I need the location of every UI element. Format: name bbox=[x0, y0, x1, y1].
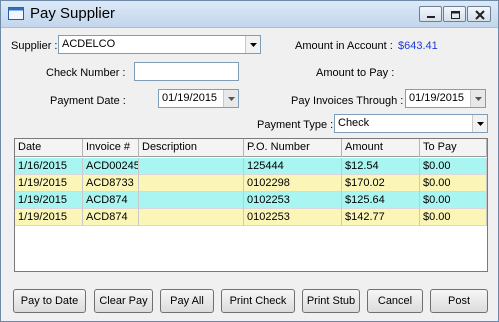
maximize-button[interactable] bbox=[443, 6, 466, 22]
chevron-down-icon bbox=[475, 97, 482, 101]
invoice-grid[interactable]: Date Invoice # Description P.O. Number A… bbox=[14, 138, 488, 272]
chevron-down-icon bbox=[477, 122, 484, 126]
cell-to-pay[interactable]: $0.00 bbox=[420, 192, 487, 209]
grid-header: Date Invoice # Description P.O. Number A… bbox=[15, 139, 487, 157]
maximize-icon bbox=[451, 11, 460, 19]
column-header-invoice[interactable]: Invoice # bbox=[83, 139, 139, 157]
clear-pay-button[interactable]: Clear Pay bbox=[94, 289, 153, 313]
payment-date-label: Payment Date : bbox=[50, 95, 126, 107]
amount-in-account-value: $643.41 bbox=[398, 40, 438, 52]
column-header-date[interactable]: Date bbox=[15, 139, 83, 157]
cell-description bbox=[139, 192, 244, 209]
supplier-value: ACDELCO bbox=[62, 38, 116, 50]
window-title: Pay Supplier bbox=[30, 5, 116, 22]
cell-to-pay[interactable]: $0.00 bbox=[420, 158, 487, 175]
supplier-select[interactable]: ACDELCO bbox=[58, 35, 261, 54]
chevron-down-icon bbox=[228, 97, 235, 101]
print-check-button[interactable]: Print Check bbox=[221, 289, 295, 313]
pay-through-label: Pay Invoices Through : bbox=[291, 95, 404, 107]
check-number-label: Check Number : bbox=[46, 67, 126, 79]
column-header-description[interactable]: Description bbox=[139, 139, 244, 157]
payment-type-dropdown-button[interactable] bbox=[472, 115, 487, 132]
cell-date: 1/19/2015 bbox=[15, 209, 83, 226]
pay-supplier-window: Pay Supplier Supplier : ACDELCO Amount i… bbox=[0, 0, 499, 322]
payment-date-dropdown-button[interactable] bbox=[223, 90, 238, 107]
chevron-down-icon bbox=[250, 43, 257, 47]
pay-through-dropdown-button[interactable] bbox=[470, 90, 485, 107]
payment-date-picker[interactable]: 01/19/2015 bbox=[158, 89, 239, 108]
cell-po-number: 125444 bbox=[244, 158, 342, 175]
pay-all-button[interactable]: Pay All bbox=[160, 289, 214, 313]
cell-amount: $170.02 bbox=[342, 175, 420, 192]
column-header-amount[interactable]: Amount bbox=[342, 139, 420, 157]
cell-invoice: ACD00245 bbox=[83, 158, 139, 175]
cell-po-number: 0102253 bbox=[244, 192, 342, 209]
cell-invoice: ACD874 bbox=[83, 192, 139, 209]
close-button[interactable] bbox=[467, 6, 491, 22]
cell-invoice: ACD874 bbox=[83, 209, 139, 226]
cell-po-number: 0102298 bbox=[244, 175, 342, 192]
close-icon bbox=[475, 10, 485, 20]
cell-amount: $12.54 bbox=[342, 158, 420, 175]
minimize-icon bbox=[427, 16, 435, 18]
print-stub-button[interactable]: Print Stub bbox=[302, 289, 360, 313]
table-row[interactable]: 1/19/2015 ACD8733 0102298 $170.02 $0.00 bbox=[15, 175, 487, 192]
amount-in-account-label: Amount in Account : bbox=[295, 40, 393, 52]
payment-type-label: Payment Type : bbox=[257, 119, 334, 131]
cell-description bbox=[139, 209, 244, 226]
table-row[interactable]: 1/16/2015 ACD00245 125444 $12.54 $0.00 bbox=[15, 158, 487, 175]
column-header-to-pay[interactable]: To Pay bbox=[420, 139, 487, 157]
payment-type-value: Check bbox=[338, 117, 370, 129]
amount-to-pay-label: Amount to Pay : bbox=[316, 67, 395, 79]
cell-to-pay[interactable]: $0.00 bbox=[420, 175, 487, 192]
table-row[interactable]: 1/19/2015 ACD874 0102253 $125.64 $0.00 bbox=[15, 192, 487, 209]
cell-to-pay[interactable]: $0.00 bbox=[420, 209, 487, 226]
supplier-label: Supplier : bbox=[11, 40, 58, 52]
supplier-dropdown-button[interactable] bbox=[245, 36, 260, 53]
cell-date: 1/16/2015 bbox=[15, 158, 83, 175]
column-header-po-number[interactable]: P.O. Number bbox=[244, 139, 342, 157]
cell-date: 1/19/2015 bbox=[15, 192, 83, 209]
pay-to-date-button[interactable]: Pay to Date bbox=[13, 289, 86, 313]
pay-through-value: 01/19/2015 bbox=[409, 92, 465, 104]
cell-invoice: ACD8733 bbox=[83, 175, 139, 192]
cell-date: 1/19/2015 bbox=[15, 175, 83, 192]
payment-type-select[interactable]: Check bbox=[334, 114, 488, 133]
cell-description bbox=[139, 175, 244, 192]
table-row[interactable]: 1/19/2015 ACD874 0102253 $142.77 $0.00 bbox=[15, 209, 487, 226]
cancel-button[interactable]: Cancel bbox=[367, 289, 423, 313]
cell-po-number: 0102253 bbox=[244, 209, 342, 226]
window-app-icon bbox=[8, 7, 24, 20]
cell-amount: $142.77 bbox=[342, 209, 420, 226]
check-number-field[interactable] bbox=[134, 62, 239, 81]
pay-through-date-picker[interactable]: 01/19/2015 bbox=[405, 89, 486, 108]
minimize-button[interactable] bbox=[419, 6, 442, 22]
payment-date-value: 01/19/2015 bbox=[162, 92, 218, 104]
title-bar[interactable]: Pay Supplier bbox=[1, 1, 498, 28]
cell-amount: $125.64 bbox=[342, 192, 420, 209]
post-button[interactable]: Post bbox=[430, 289, 488, 313]
cell-description bbox=[139, 158, 244, 175]
